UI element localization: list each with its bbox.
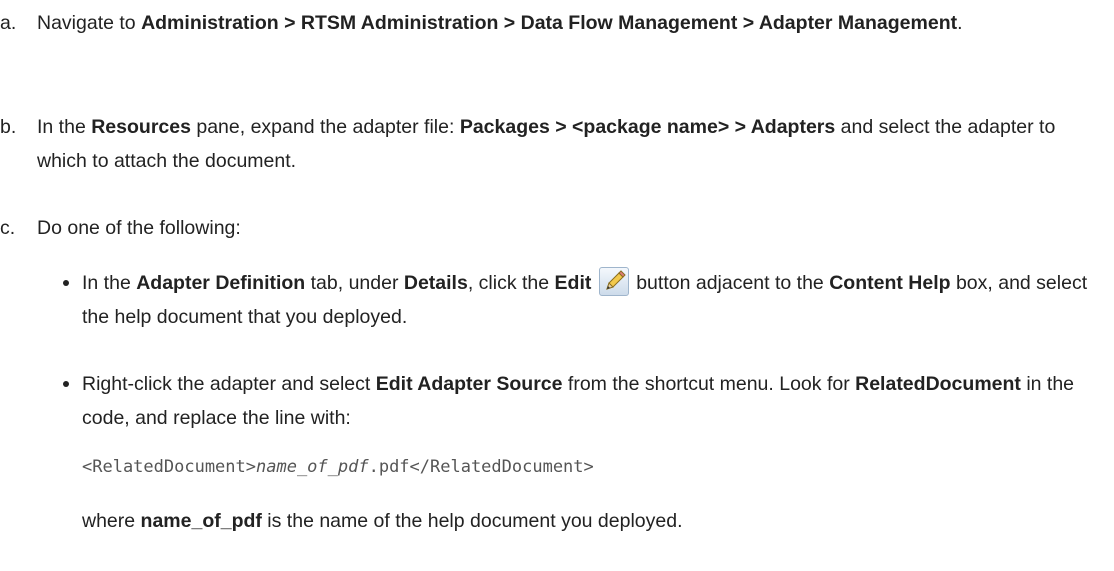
step-letter: a. <box>0 12 17 34</box>
menu-command: Edit Adapter Source <box>375 373 563 395</box>
step-c: c. Do one of the following: <box>0 211 1108 245</box>
step-text: pane, expand the adapter file: <box>190 116 460 138</box>
bullet-text: In the <box>82 272 137 294</box>
variable-name: name_of_pdf <box>140 510 262 532</box>
code-variable: name_of_pdf <box>256 457 369 477</box>
bullet-text: , click the <box>467 272 555 294</box>
step-b: b. In the Resources pane, expand the ada… <box>0 110 1108 178</box>
bullet-edit-content-help: In the Adapter Definition tab, under Det… <box>63 266 1108 334</box>
code-suffix: .pdf</RelatedDocument> <box>368 457 594 477</box>
menu-path: Administration > RTSM Administration > D… <box>141 12 958 34</box>
package-path: Packages > <package name> > Adapters <box>459 116 836 138</box>
where-note: where name_of_pdf is the name of the hel… <box>63 504 1108 538</box>
note-text: where <box>82 510 141 532</box>
step-text: Do one of the following: <box>37 217 241 239</box>
element-name: RelatedDocument <box>855 373 1021 395</box>
tab-name: Adapter Definition <box>136 272 306 294</box>
bullet-text: Right-click the adapter and select <box>82 373 376 395</box>
step-a: a. Navigate to Administration > RTSM Adm… <box>0 6 1108 40</box>
code-open-tag: <RelatedDocument> <box>82 457 256 477</box>
button-name: Edit <box>554 272 592 294</box>
step-letter: b. <box>0 116 17 138</box>
box-name: Content Help <box>829 272 951 294</box>
code-sample: <RelatedDocument>name_of_pdf.pdf</Relate… <box>82 452 594 482</box>
pane-name: Resources <box>91 116 191 138</box>
step-letter: c. <box>0 217 16 239</box>
step-text: . <box>957 12 963 34</box>
pencil-edit-icon <box>598 267 629 296</box>
bullet-text: button adjacent to the <box>630 272 830 294</box>
bullet-edit-adapter-source: Right-click the adapter and select Edit … <box>63 367 1108 435</box>
bullet-dot <box>63 280 69 286</box>
bullet-text: tab, under <box>305 272 404 294</box>
bullet-text: from the shortcut menu. Look for <box>562 373 856 395</box>
bullet-dot <box>63 381 69 387</box>
step-text: Navigate to <box>37 12 142 34</box>
pencil-edit-icon-glyph <box>606 270 626 290</box>
section-name: Details <box>403 272 468 294</box>
step-text: In the <box>37 116 92 138</box>
note-text: is the name of the help document you dep… <box>261 510 683 532</box>
